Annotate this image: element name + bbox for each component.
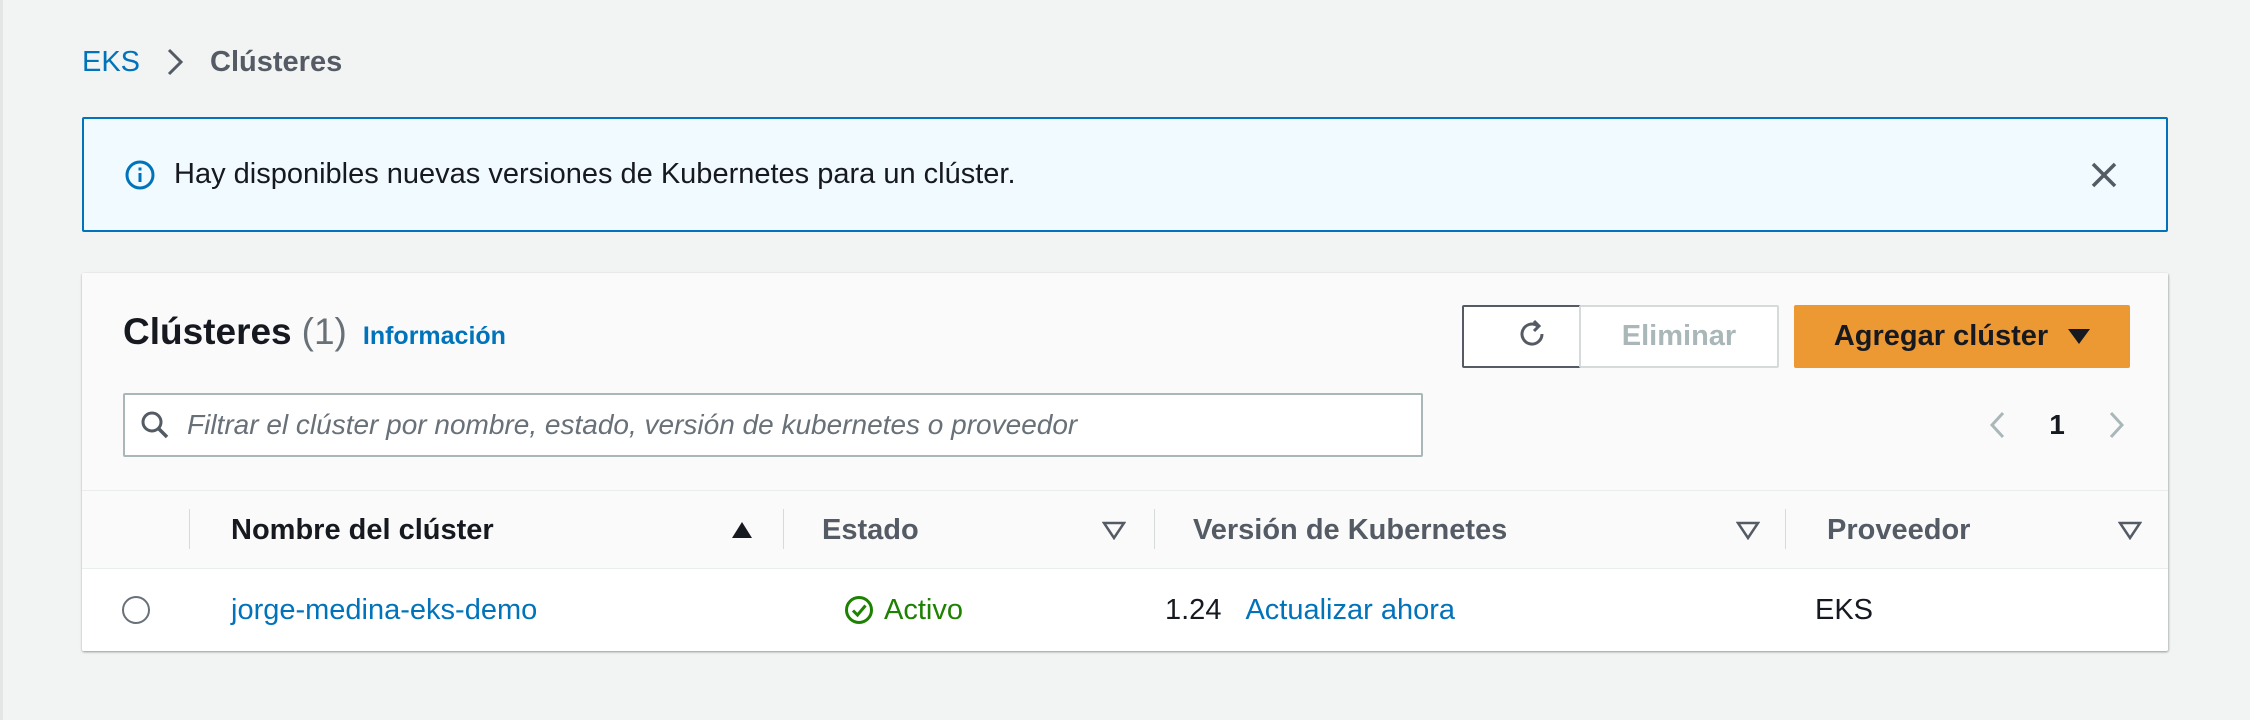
chevron-left-icon[interactable] <box>1982 405 2012 445</box>
add-cluster-button[interactable]: Agregar clúster <box>1794 305 2130 368</box>
breadcrumb-current: Clústeres <box>210 45 343 78</box>
column-label: Proveedor <box>1827 513 1971 546</box>
sort-icon[interactable] <box>1735 520 1761 541</box>
column-label: Estado <box>822 513 919 546</box>
status-positive-icon <box>844 594 876 626</box>
page-left-rule <box>0 0 3 720</box>
status-cell: Activo <box>844 569 963 651</box>
cluster-name-cell: jorge-medina-eks-demo <box>231 569 537 651</box>
cluster-name-link[interactable]: jorge-medina-eks-demo <box>231 594 537 627</box>
status-text: Activo <box>884 593 963 626</box>
sort-icon[interactable] <box>2117 520 2143 541</box>
sort-icon[interactable] <box>1101 520 1127 541</box>
cluster-count: (1) <box>301 311 347 352</box>
provider-value: EKS <box>1815 593 1874 626</box>
close-icon[interactable] <box>2084 155 2124 195</box>
chevron-right-icon <box>162 47 188 77</box>
info-link[interactable]: Información <box>363 322 506 351</box>
search-input[interactable] <box>187 409 1421 441</box>
version-value: 1.24 <box>1165 593 1222 626</box>
update-now-link[interactable]: Actualizar ahora <box>1245 594 1455 627</box>
column-header-status[interactable]: Estado <box>822 491 919 569</box>
sort-ascending-icon[interactable] <box>730 520 754 540</box>
clusters-table-container: Clústeres (1) Información Eliminar Agreg… <box>82 273 2168 651</box>
breadcrumb: EKS Clústeres <box>82 44 342 80</box>
flash-message: Hay disponibles nuevas versiones de Kube… <box>174 158 1016 190</box>
version-cell: 1.24 Actualizar ahora <box>1165 569 1455 651</box>
table-header: Nombre del clúster Estado Versión de Kub… <box>82 491 2168 569</box>
info-flash-banner: Hay disponibles nuevas versiones de Kube… <box>82 117 2168 232</box>
title-text: Clústeres <box>123 311 292 352</box>
provider-cell: EKS <box>1815 569 1873 651</box>
column-divider <box>1785 509 1786 549</box>
column-header-provider[interactable]: Proveedor <box>1827 491 1970 569</box>
column-header-version[interactable]: Versión de Kubernetes <box>1193 491 1507 569</box>
column-header-name[interactable]: Nombre del clúster <box>231 491 494 569</box>
column-label: Versión de Kubernetes <box>1193 513 1508 546</box>
add-cluster-label: Agregar clúster <box>1833 320 2049 352</box>
delete-button[interactable]: Eliminar <box>1579 305 1779 368</box>
search-field[interactable] <box>123 393 1423 457</box>
column-divider <box>1154 509 1155 549</box>
caret-down-icon <box>2068 329 2091 344</box>
container-header: Clústeres (1) Información Eliminar Agreg… <box>82 273 2168 491</box>
column-divider <box>783 509 784 549</box>
page-title: Clústeres (1) Información <box>123 311 506 353</box>
refresh-icon <box>1515 317 1549 356</box>
column-divider <box>189 509 190 549</box>
chevron-right-icon[interactable] <box>2102 405 2132 445</box>
row-select-radio[interactable] <box>122 596 150 624</box>
table-row: jorge-medina-eks-demo Activo 1.24 Actual… <box>82 569 2168 651</box>
column-label: Nombre del clúster <box>231 513 494 546</box>
pagination: 1 <box>1982 403 2132 447</box>
info-icon <box>124 158 158 192</box>
search-icon <box>139 408 173 442</box>
breadcrumb-eks-link[interactable]: EKS <box>82 46 140 79</box>
page-number[interactable]: 1 <box>2049 409 2065 441</box>
